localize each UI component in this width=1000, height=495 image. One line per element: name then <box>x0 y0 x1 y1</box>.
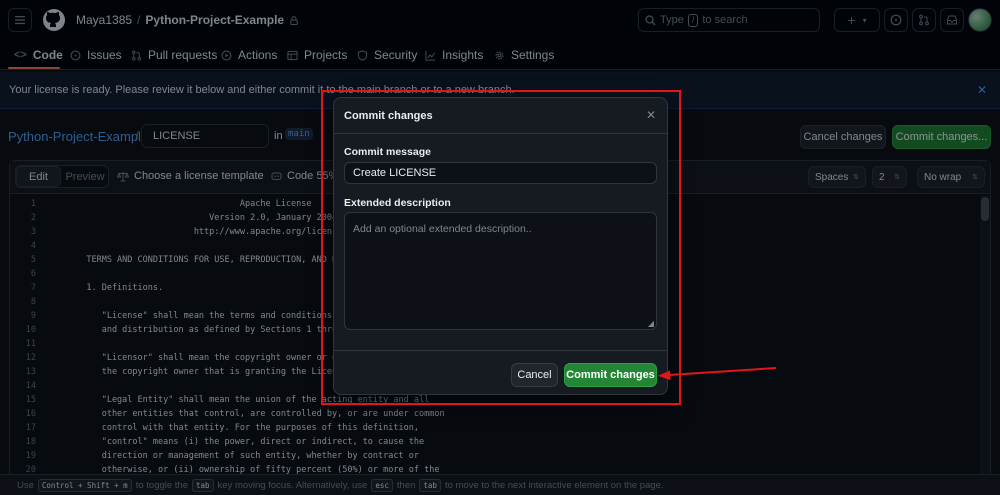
description-placeholder: Add an optional extended description.. <box>353 223 532 235</box>
resize-handle-icon[interactable]: ◢ <box>648 319 654 328</box>
extended-description-textarea[interactable]: Add an optional extended description.. ◢ <box>344 212 657 330</box>
extended-description-label: Extended description <box>344 197 451 209</box>
commit-changes-button[interactable]: Commit changes <box>564 363 657 387</box>
dialog-header: Commit changes ✕ <box>334 98 667 134</box>
commit-message-label: Commit message <box>344 146 431 158</box>
commit-message-input[interactable]: Create LICENSE <box>344 162 657 184</box>
commit-changes-dialog: Commit changes ✕ Commit message Create L… <box>333 97 668 395</box>
close-icon[interactable]: ✕ <box>646 108 656 122</box>
dialog-title: Commit changes <box>344 110 433 122</box>
cancel-button[interactable]: Cancel <box>511 363 558 387</box>
annotation-arrow-icon <box>658 367 777 381</box>
dialog-footer: Cancel Commit changes <box>334 350 667 394</box>
